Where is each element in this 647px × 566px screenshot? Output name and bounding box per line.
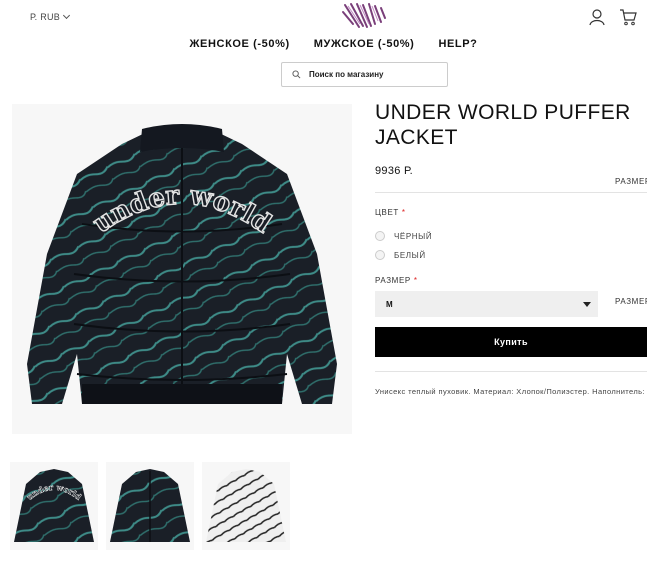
buy-button[interactable]: Купить	[375, 327, 647, 357]
nav-help[interactable]: HELP?	[438, 38, 477, 50]
required-mark: *	[413, 276, 418, 285]
required-mark: *	[401, 208, 406, 217]
brand-logo[interactable]	[341, 2, 387, 30]
radio-button[interactable]	[375, 231, 385, 241]
nav-men[interactable]: МУЖСКОЕ (-50%)	[314, 38, 415, 50]
thumbnail-2[interactable]	[106, 462, 194, 550]
color-option-white[interactable]: БЕЛЫЙ	[375, 250, 426, 260]
currency-label: Р. RUB	[30, 12, 61, 22]
size-guide-link-top[interactable]: РАЗМЕРЫ	[615, 177, 647, 186]
nav-women[interactable]: ЖЕНСКОЕ (-50%)	[190, 38, 290, 50]
product-price: 9936 Р.	[375, 165, 413, 177]
cart-icon[interactable]	[619, 8, 637, 26]
color-option-label: БЕЛЫЙ	[394, 250, 426, 260]
product-description: Унисекс теплый пуховик. Материал: Хлопок…	[375, 387, 647, 396]
thumbnail-1[interactable]: under world	[10, 462, 98, 550]
search-icon	[292, 70, 301, 79]
color-option-black[interactable]: ЧЁРНЫЙ	[375, 231, 432, 241]
search-box[interactable]	[281, 62, 448, 87]
currency-selector[interactable]: Р. RUB	[30, 11, 71, 22]
color-label-row: ЦВЕТ *	[375, 208, 406, 217]
size-select[interactable]: M	[375, 291, 598, 317]
divider	[375, 371, 647, 372]
product-title: UNDER WORLD PUFFER JACKET	[375, 101, 631, 149]
divider	[375, 192, 647, 193]
search-input[interactable]	[309, 70, 439, 79]
radio-button[interactable]	[375, 250, 385, 260]
chevron-down-icon	[63, 11, 71, 20]
size-label-row: РАЗМЕР *	[375, 276, 418, 285]
product-main-image[interactable]: under world	[12, 104, 352, 434]
dropdown-arrow-icon	[583, 302, 591, 307]
main-nav: ЖЕНСКОЕ (-50%) МУЖСКОЕ (-50%) HELP?	[0, 38, 647, 50]
thumbnail-3[interactable]	[202, 462, 290, 550]
size-guide-link[interactable]: РАЗМЕРЫ	[615, 297, 647, 306]
color-option-label: ЧЁРНЫЙ	[394, 231, 433, 241]
size-selected-value: M	[386, 299, 393, 309]
color-label: ЦВЕТ	[375, 208, 399, 217]
user-icon[interactable]	[589, 8, 605, 26]
size-label: РАЗМЕР	[375, 276, 411, 285]
